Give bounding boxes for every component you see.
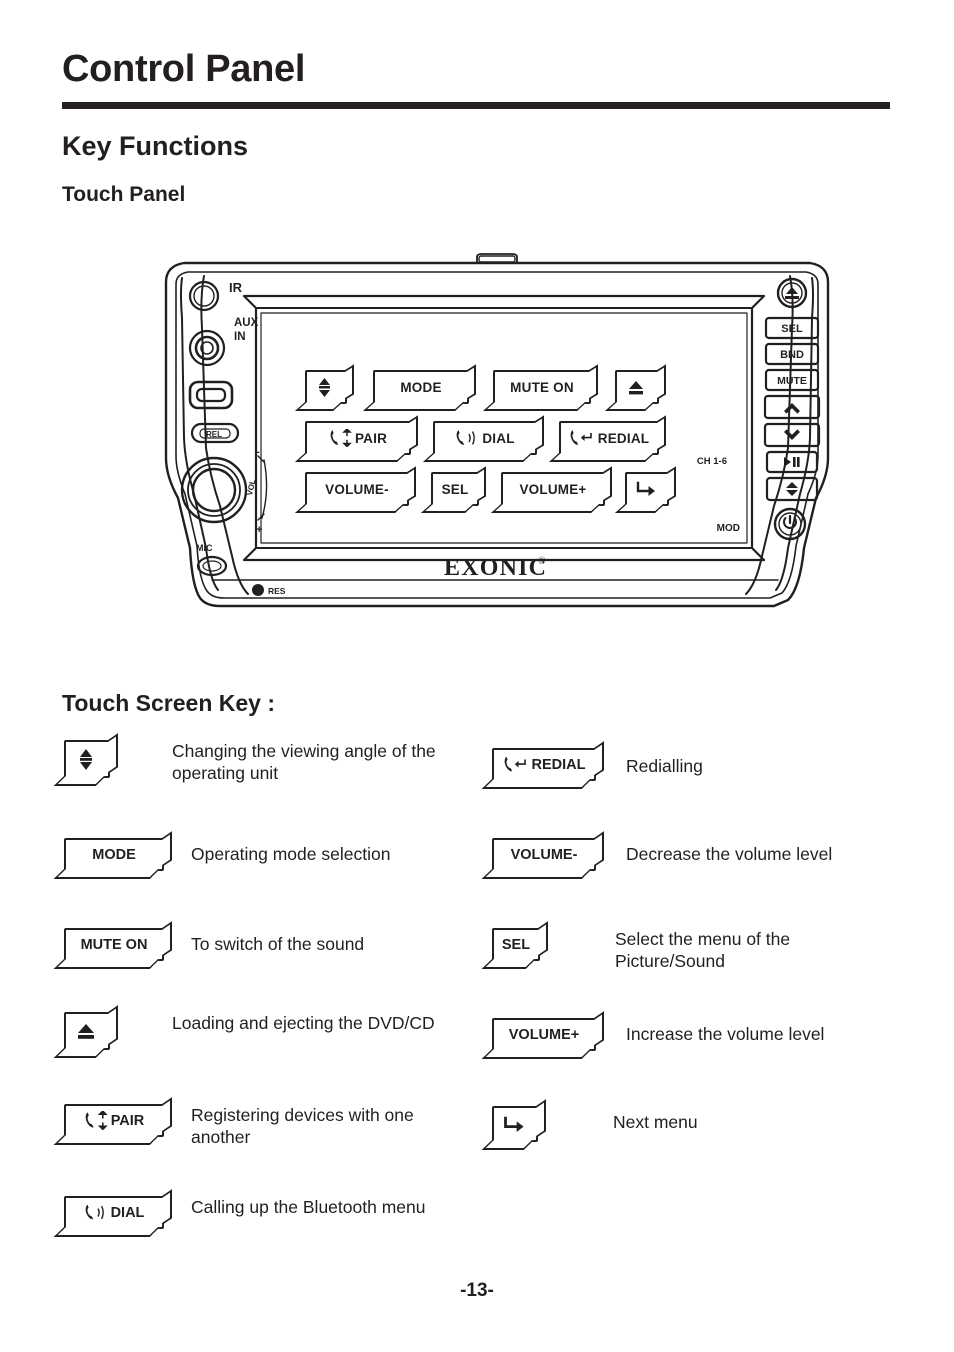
device-label-res: RES [268,586,286,596]
device-label-vol-plus: + [256,524,262,536]
legend-desc-mode: Operating mode selection [191,844,391,864]
device-label-vol-minus: - [256,446,260,458]
section-heading-key-functions: Key Functions [62,131,249,161]
legend-key-pair[interactable]: PAIR [64,1104,164,1137]
legend-key-volume-up-label: VOLUME+ [508,1026,580,1043]
brand-logo: EXONIC [444,555,547,581]
next-menu-arrow-icon [502,1116,526,1133]
legend-key-pair-label: PAIR [110,1112,145,1129]
legend-desc-volume-up: Increase the volume level [626,1024,825,1044]
device-label-mod: MOD [717,523,740,534]
legend-row-volume-up: VOLUME+ Increase the volume level [492,1018,922,1051]
next-menu-arrow-icon [635,481,657,497]
touch-button-sel-label: SEL [441,481,469,497]
legend-key-redial-label: REDIAL [531,756,586,773]
touch-button-mute-on[interactable]: MUTE ON [493,370,591,404]
legend-row-pair: PAIR Registering devices with one anothe… [64,1104,484,1148]
legend-key-dial[interactable]: DIAL [64,1196,164,1229]
device-key-label-sel: SEL [781,323,803,335]
touch-button-mode[interactable]: MODE [373,370,469,404]
touch-screen-button-grid: MODE MUTE ON PAIR DIAL REDIAL VOLUME- SE… [305,370,670,515]
subsection-heading-touch-panel: Touch Panel [62,183,186,206]
legend-key-next-menu[interactable] [492,1106,538,1142]
up-down-arrows-icon [318,377,331,397]
page-number: -13- [460,1280,494,1301]
touch-button-angle[interactable] [305,370,347,404]
legend-key-volume-up[interactable]: VOLUME+ [492,1018,596,1051]
legend-key-eject[interactable] [64,1012,110,1050]
device-key-label-mute: MUTE [777,375,807,387]
brand-registered-mark: ® [538,556,546,567]
page-title: Control Panel [62,48,306,90]
eject-icon [75,1022,97,1041]
device-key-label-bnd: BND [780,349,804,361]
legend-row-sel: SEL Select the menu of the Picture/Sound [492,928,922,972]
device-label-aux-in: IN [234,331,246,343]
phone-dial-icon [455,429,479,447]
phone-redial-icon [569,429,595,447]
legend-key-volume-down-label: VOLUME- [510,846,578,863]
legend-row-next-menu: Next menu [492,1106,922,1142]
legend-key-sel[interactable]: SEL [492,928,540,961]
touch-button-dial-label: DIAL [482,430,515,446]
touch-button-volume-down[interactable]: VOLUME- [305,472,409,506]
title-divider [62,102,890,109]
phone-pair-icon [84,1111,108,1130]
legend-key-mute-on[interactable]: MUTE ON [64,928,164,961]
touch-button-volume-up[interactable]: VOLUME+ [501,472,605,506]
up-down-arrows-icon [79,748,93,770]
legend-row-redial: REDIAL Redialling [492,748,922,781]
touch-button-next-menu[interactable] [625,472,669,506]
touch-button-eject[interactable] [615,370,659,404]
touch-button-redial[interactable]: REDIAL [559,421,659,455]
legend-key-mode-label: MODE [92,846,136,863]
touch-button-sel[interactable]: SEL [431,472,479,506]
touch-button-pair-label: PAIR [354,430,388,446]
legend-key-mode[interactable]: MODE [64,838,164,871]
device-label-ir: IR [229,280,243,295]
legend-key-mute-on-label: MUTE ON [80,936,148,953]
legend-key-dial-label: DIAL [110,1204,145,1221]
device-label-ch: CH 1-6 [697,456,727,467]
touch-button-mode-label: MODE [400,379,442,395]
touch-button-pair[interactable]: PAIR [305,421,411,455]
eject-icon [627,379,645,396]
device-label-aux: AUX [234,317,259,329]
legend-desc-angle: Changing the viewing angle of the operat… [172,741,436,784]
device-label-mic: MIC [196,543,213,553]
legend-desc-next-menu: Next menu [613,1112,698,1132]
touch-button-dial[interactable]: DIAL [433,421,537,455]
legend-row-angle: Changing the viewing angle of the operat… [64,740,484,784]
legend-desc-eject: Loading and ejecting the DVD/CD [172,1013,435,1033]
legend-row-eject: Loading and ejecting the DVD/CD [64,1012,484,1050]
legend-heading: Touch Screen Key : [62,690,276,716]
legend-row-volume-down: VOLUME- Decrease the volume level [492,838,922,871]
legend-desc-mute-on: To switch of the sound [191,934,365,954]
touch-button-mute-on-label: MUTE ON [510,379,574,395]
legend-desc-pair: Registering devices with one another [191,1105,414,1148]
legend-row-mute-on: MUTE ON To switch of the sound [64,928,484,961]
phone-redial-icon [503,755,529,774]
legend-desc-sel: Select the menu of the Picture/Sound [615,929,791,972]
legend-desc-redial: Redialling [626,756,703,776]
device-label-rel: REL [206,430,222,439]
legend-key-sel-label: SEL [501,936,531,953]
legend-key-angle[interactable] [64,740,110,778]
legend-desc-dial: Calling up the Bluetooth menu [191,1197,426,1217]
touch-button-volume-up-label: VOLUME+ [519,481,587,497]
touch-button-volume-down-label: VOLUME- [325,481,389,497]
legend-key-volume-down[interactable]: VOLUME- [492,838,596,871]
touch-button-redial-label: REDIAL [597,430,650,446]
phone-dial-icon [84,1203,108,1222]
legend-row-mode: MODE Operating mode selection [64,838,484,871]
legend-row-dial: DIAL Calling up the Bluetooth menu [64,1196,484,1229]
legend-key-redial[interactable]: REDIAL [492,748,596,781]
phone-pair-icon [329,429,352,447]
legend-desc-volume-down: Decrease the volume level [626,844,833,864]
